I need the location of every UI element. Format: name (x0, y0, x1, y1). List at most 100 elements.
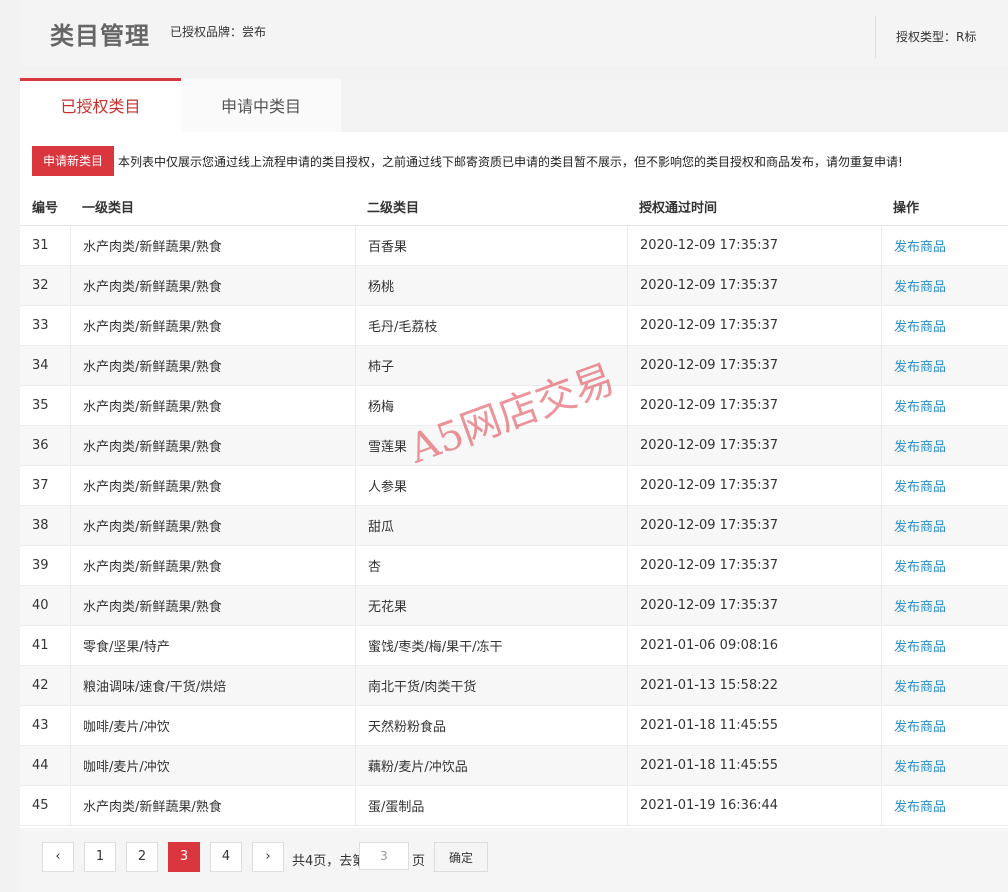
page-button-1[interactable]: 1 (84, 842, 116, 872)
goto-page-input[interactable] (359, 842, 409, 870)
row-number: 45 (32, 798, 49, 813)
publish-product-link[interactable]: 发布商品 (894, 676, 946, 695)
row-action: 发布商品 (881, 746, 1008, 785)
row-number: 36 (32, 438, 49, 453)
row-level1-category: 零食/坚果/特产 (70, 626, 355, 665)
table-row: 34 水产肉类/新鲜蔬果/熟食 柿子 2020-12-09 17:35:37 发布商品 (20, 346, 1008, 386)
table-row: 44 咖啡/麦片/冲饮 藕粉/麦片/冲饮品 2021-01-18 11:45:55 发布… (20, 746, 1008, 786)
page: 类目管理 已授权品牌：尝布 授权类型：R标 已授权类目 申请中类目 申请新类目 … (0, 0, 1008, 892)
tab-authorized-categories[interactable]: 已授权类目 (20, 78, 181, 132)
table-body: 31 水产肉类/新鲜蔬果/熟食 百香果 2020-12-09 17:35:37 发布商品… (20, 226, 1008, 826)
publish-product-link[interactable]: 发布商品 (894, 596, 946, 615)
authorized-brand: 已授权品牌：尝布 (170, 25, 267, 39)
header-divider (875, 16, 876, 58)
page-suffix-text: 页 (412, 854, 426, 869)
row-approval-time: 2020-12-09 17:35:37 (627, 586, 881, 625)
publish-product-link[interactable]: 发布商品 (894, 556, 946, 575)
row-number: 38 (32, 518, 49, 533)
column-header-level2: 二级类目 (367, 201, 420, 216)
row-level1-category: 水产肉类/新鲜蔬果/熟食 (70, 546, 355, 585)
row-level1-category: 水产肉类/新鲜蔬果/熟食 (70, 386, 355, 425)
table-row: 36 水产肉类/新鲜蔬果/熟食 雪莲果 2020-12-09 17:35:37 发布商品 (20, 426, 1008, 466)
row-approval-time: 2020-12-09 17:35:37 (627, 466, 881, 505)
tab-bar: 已授权类目 申请中类目 (20, 78, 1008, 132)
category-panel: 已授权类目 申请中类目 申请新类目 本列表中仅展示您通过线上流程申请的类目授权，… (20, 78, 1008, 892)
table-row: 42 粮油调味/速食/干货/烘焙 南北干货/肉类干货 2021-01-13 15:58… (20, 666, 1008, 706)
row-action: 发布商品 (881, 306, 1008, 345)
publish-product-link[interactable]: 发布商品 (894, 316, 946, 335)
tab-pending-categories[interactable]: 申请中类目 (181, 78, 341, 132)
publish-product-link[interactable]: 发布商品 (894, 436, 946, 455)
row-approval-time: 2021-01-18 11:45:55 (627, 706, 881, 745)
row-number: 33 (32, 318, 49, 333)
row-level1-category: 水产肉类/新鲜蔬果/熟食 (70, 346, 355, 385)
row-level2-category: 杨桃 (355, 266, 627, 305)
page-title: 类目管理 (50, 22, 150, 50)
goto-confirm-button[interactable]: 确定 (434, 842, 488, 872)
publish-product-link[interactable]: 发布商品 (894, 476, 946, 495)
publish-product-link[interactable]: 发布商品 (894, 636, 946, 655)
row-approval-time: 2021-01-19 16:36:44 (627, 786, 881, 825)
row-action: 发布商品 (881, 386, 1008, 425)
row-level1-category: 粮油调味/速食/干货/烘焙 (70, 666, 355, 705)
row-approval-time: 2020-12-09 17:35:37 (627, 306, 881, 345)
row-action: 发布商品 (881, 426, 1008, 465)
row-level2-category: 藕粉/麦片/冲饮品 (355, 746, 627, 785)
row-number: 31 (32, 238, 49, 253)
row-level1-category: 水产肉类/新鲜蔬果/熟食 (70, 266, 355, 305)
row-action: 发布商品 (881, 266, 1008, 305)
row-action: 发布商品 (881, 786, 1008, 825)
notice-text: 本列表中仅展示您通过线上流程申请的类目授权，之前通过线下邮寄资质已申请的类目暂不… (118, 155, 903, 169)
page-button-2[interactable]: 2 (126, 842, 158, 872)
page-button-3-current[interactable]: 3 (168, 842, 200, 872)
publish-product-link[interactable]: 发布商品 (894, 516, 946, 535)
row-level2-category: 毛丹/毛荔枝 (355, 306, 627, 345)
publish-product-link[interactable]: 发布商品 (894, 396, 946, 415)
publish-product-link[interactable]: 发布商品 (894, 236, 946, 255)
notice-row: 申请新类目 本列表中仅展示您通过线上流程申请的类目授权，之前通过线下邮寄资质已申… (20, 132, 1008, 188)
row-approval-time: 2021-01-13 15:58:22 (627, 666, 881, 705)
row-level1-category: 水产肉类/新鲜蔬果/熟食 (70, 306, 355, 345)
table-row: 40 水产肉类/新鲜蔬果/熟食 无花果 2020-12-09 17:35:37 发布商品 (20, 586, 1008, 626)
row-level1-category: 水产肉类/新鲜蔬果/熟食 (70, 426, 355, 465)
row-action: 发布商品 (881, 466, 1008, 505)
row-level2-category: 蛋/蛋制品 (355, 786, 627, 825)
publish-product-link[interactable]: 发布商品 (894, 356, 946, 375)
row-approval-time: 2020-12-09 17:35:37 (627, 386, 881, 425)
row-level2-category: 百香果 (355, 226, 627, 265)
publish-product-link[interactable]: 发布商品 (894, 756, 946, 775)
row-level1-category: 水产肉类/新鲜蔬果/熟食 (70, 226, 355, 265)
publish-product-link[interactable]: 发布商品 (894, 276, 946, 295)
row-approval-time: 2020-12-09 17:35:37 (627, 266, 881, 305)
column-header-level1: 一级类目 (82, 201, 135, 216)
column-header-action: 操作 (893, 201, 920, 216)
total-pages-text: 共4页，去第 (292, 854, 366, 869)
row-level1-category: 水产肉类/新鲜蔬果/熟食 (70, 466, 355, 505)
row-number: 34 (32, 358, 49, 373)
next-page-button[interactable]: › (252, 842, 284, 872)
row-number: 42 (32, 678, 49, 693)
row-action: 发布商品 (881, 226, 1008, 265)
pagination: ‹ 1 2 3 4 › 共4页，去第 页 确定 (20, 828, 1008, 892)
row-number: 39 (32, 558, 49, 573)
page-header: 类目管理 已授权品牌：尝布 授权类型：R标 (20, 0, 1008, 66)
row-level2-category: 甜瓜 (355, 506, 627, 545)
row-approval-time: 2020-12-09 17:35:37 (627, 226, 881, 265)
row-action: 发布商品 (881, 506, 1008, 545)
row-level1-category: 咖啡/麦片/冲饮 (70, 746, 355, 785)
row-action: 发布商品 (881, 346, 1008, 385)
table-row: 38 水产肉类/新鲜蔬果/熟食 甜瓜 2020-12-09 17:35:37 发布商品 (20, 506, 1008, 546)
column-header-time: 授权通过时间 (639, 201, 718, 216)
table-row: 33 水产肉类/新鲜蔬果/熟食 毛丹/毛荔枝 2020-12-09 17:35:37 发… (20, 306, 1008, 346)
row-approval-time: 2021-01-18 11:45:55 (627, 746, 881, 785)
apply-new-category-button[interactable]: 申请新类目 (32, 146, 114, 176)
row-level2-category: 蜜饯/枣类/梅/果干/冻干 (355, 626, 627, 665)
publish-product-link[interactable]: 发布商品 (894, 716, 946, 735)
publish-product-link[interactable]: 发布商品 (894, 796, 946, 815)
row-action: 发布商品 (881, 626, 1008, 665)
row-level2-category: 人参果 (355, 466, 627, 505)
table-row: 45 水产肉类/新鲜蔬果/熟食 蛋/蛋制品 2021-01-19 16:36:44 发布… (20, 786, 1008, 826)
page-button-4[interactable]: 4 (210, 842, 242, 872)
row-number: 37 (32, 478, 49, 493)
prev-page-button[interactable]: ‹ (42, 842, 74, 872)
